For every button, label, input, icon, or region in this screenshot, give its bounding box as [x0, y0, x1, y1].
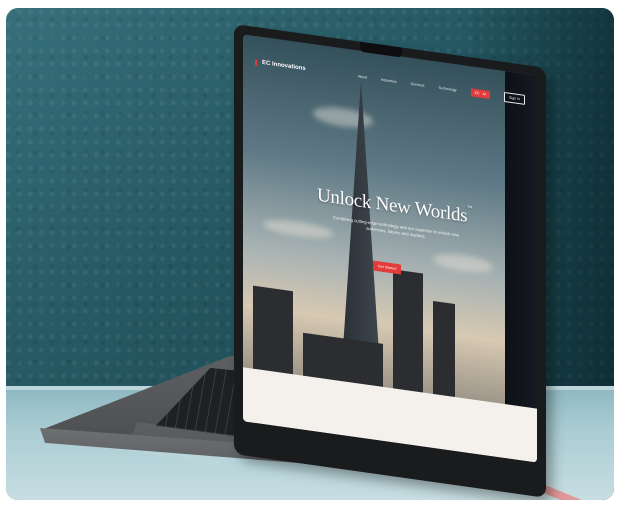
hero-cta-button[interactable]: Get Started [373, 260, 402, 275]
nav-link-services[interactable]: Services [411, 82, 425, 88]
logo-text: EC Innovations [262, 59, 306, 73]
nav-link-about[interactable]: About [358, 74, 367, 79]
hero-trademark: ™ [467, 205, 472, 212]
nav-outline-button[interactable]: Sign in [504, 91, 525, 105]
logo-mark-icon [255, 58, 259, 67]
site-logo[interactable]: EC Innovations [255, 58, 306, 72]
cloud [433, 250, 493, 276]
page-section-strip [243, 367, 537, 463]
product-photo: EC Innovations About Industries Services… [6, 8, 614, 500]
cloud [263, 217, 333, 241]
site-navbar: EC Innovations About Industries Services… [243, 52, 537, 109]
nav-link-technology[interactable]: Technology [438, 86, 456, 93]
nav-link-industries[interactable]: Industries [381, 78, 397, 84]
laptop-lid: EC Innovations About Industries Services… [234, 24, 546, 498]
laptop-screen: EC Innovations About Industries Services… [243, 34, 537, 463]
nav-links: About Industries Services Technology EC … [358, 71, 525, 105]
nav-cta-button[interactable]: EC · AI [470, 88, 490, 99]
